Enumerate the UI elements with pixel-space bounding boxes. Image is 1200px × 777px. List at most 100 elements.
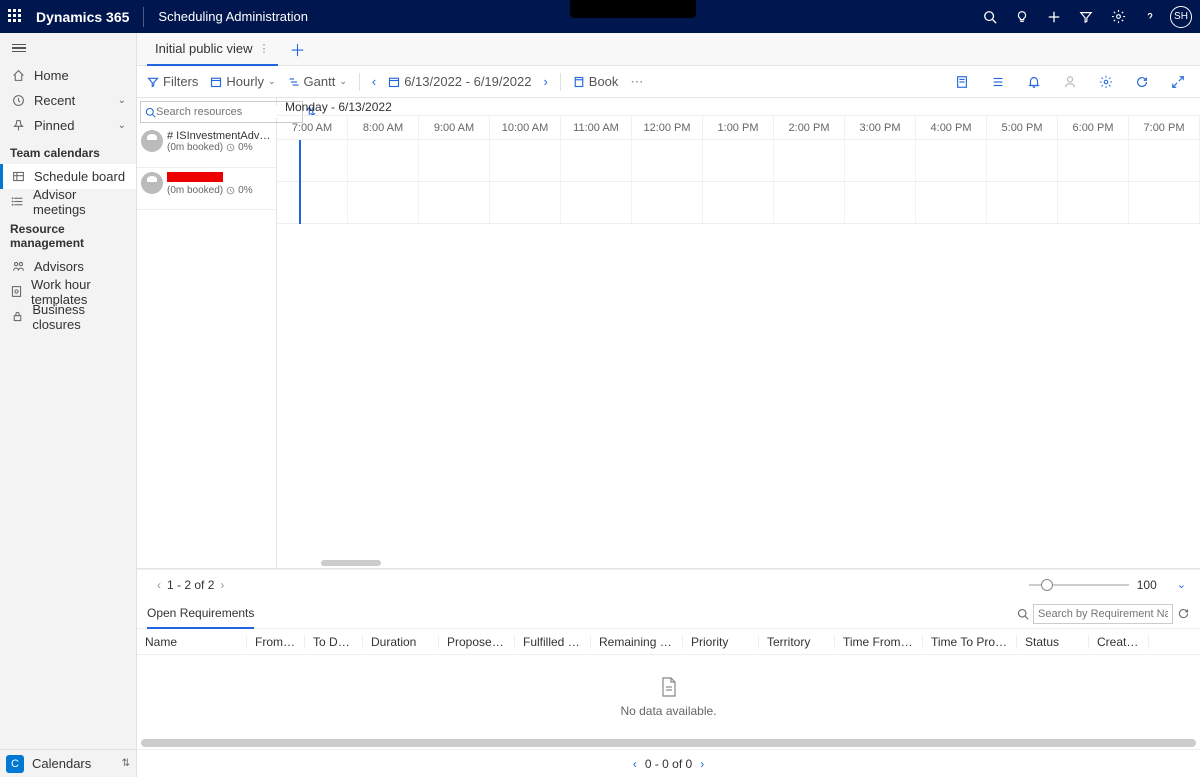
- requirements-column-header[interactable]: Name: [137, 635, 247, 649]
- requirements-column-header[interactable]: Duration: [363, 635, 439, 649]
- nav-section-team: Team calendars: [0, 138, 136, 164]
- footer-badge: C: [6, 755, 24, 773]
- view-tab-initial[interactable]: Initial public view ⋮: [147, 33, 278, 66]
- app-launcher-icon[interactable]: [8, 9, 24, 25]
- nav-advisor-meetings[interactable]: Advisor meetings: [0, 189, 136, 214]
- next-range-button[interactable]: ›: [543, 74, 547, 89]
- nav-work-hour-templates[interactable]: Work hour templates: [0, 279, 136, 304]
- lock-icon: [10, 310, 24, 323]
- nav-label: Home: [34, 68, 69, 83]
- add-tab-button[interactable]: ＋: [284, 35, 312, 63]
- requirements-column-header[interactable]: From D...: [247, 635, 305, 649]
- resource-details: (0m booked) 0%: [167, 142, 272, 153]
- timeline-row[interactable]: [277, 140, 1200, 182]
- requirements-column-header[interactable]: Time To Promised: [923, 635, 1017, 649]
- prev-range-button[interactable]: ‹: [372, 74, 376, 89]
- search-icon[interactable]: [974, 1, 1006, 33]
- hour-header-cell: 7:00 AM: [277, 116, 348, 139]
- requirements-scrollbar[interactable]: [141, 739, 1196, 747]
- hour-header-cell: 6:00 PM: [1058, 116, 1129, 139]
- menu-toggle-icon[interactable]: [12, 42, 26, 55]
- gantt-icon: [288, 76, 300, 88]
- funnel-icon: [147, 76, 159, 88]
- bell-icon[interactable]: [1022, 70, 1046, 94]
- requirements-column-header[interactable]: Status: [1017, 635, 1089, 649]
- requirements-column-header[interactable]: Priority: [683, 635, 759, 649]
- book-button[interactable]: Book: [573, 74, 619, 89]
- nav-home[interactable]: Home: [0, 63, 136, 88]
- requirements-empty-state: No data available.: [137, 655, 1200, 739]
- settings-icon[interactable]: [1102, 1, 1134, 33]
- requirements-column-header[interactable]: To Date: [305, 635, 363, 649]
- lightbulb-icon[interactable]: [1006, 1, 1038, 33]
- requirements-icon[interactable]: [950, 70, 974, 94]
- requirements-column-header[interactable]: Time From Pro...: [835, 635, 923, 649]
- sidebar: Home Recent ⌄ Pinned ⌄ Team calendars Sc…: [0, 33, 137, 777]
- sidebar-footer[interactable]: C Calendars ⇅: [0, 749, 136, 777]
- requirements-panel: Open Requirements NameFrom D...To DateDu…: [137, 599, 1200, 777]
- hour-header-cell: 10:00 AM: [490, 116, 561, 139]
- search-icon: [145, 107, 156, 118]
- nav-business-closures[interactable]: Business closures: [0, 304, 136, 329]
- expand-icon[interactable]: [1166, 70, 1190, 94]
- slider-track[interactable]: [1029, 584, 1129, 586]
- timeline-row[interactable]: [277, 182, 1200, 224]
- pager-prev-button[interactable]: ‹: [151, 578, 167, 592]
- requirements-column-header[interactable]: Territory: [759, 635, 835, 649]
- updown-icon: ⇅: [122, 758, 130, 769]
- user-avatar[interactable]: SH: [1170, 6, 1192, 28]
- requirements-column-header[interactable]: Fulfilled Dur...: [515, 635, 591, 649]
- tool-label: Hourly: [226, 74, 264, 89]
- refresh-icon[interactable]: [1130, 70, 1154, 94]
- hour-header-cell: 8:00 AM: [348, 116, 419, 139]
- footer-label: Calendars: [32, 756, 91, 771]
- calendar-icon: [210, 76, 222, 88]
- gear-icon[interactable]: [1094, 70, 1118, 94]
- timeline-grid[interactable]: [277, 140, 1200, 224]
- requirements-column-header[interactable]: Remaining Dura...: [591, 635, 683, 649]
- nav-pinned[interactable]: Pinned ⌄: [0, 113, 136, 138]
- nav-schedule-board[interactable]: Schedule board: [0, 164, 136, 189]
- help-icon[interactable]: [1134, 1, 1166, 33]
- date-range-picker[interactable]: 6/13/2022 - 6/19/2022: [388, 74, 531, 89]
- resource-row[interactable]: # ISInvestmentAdvisor (0m booked) 0%: [137, 126, 276, 168]
- user-settings-icon[interactable]: [1058, 70, 1082, 94]
- template-icon: [10, 285, 23, 298]
- requirements-column-headers: NameFrom D...To DateDurationProposed D..…: [137, 629, 1200, 655]
- slider-thumb[interactable]: [1041, 579, 1053, 591]
- resource-row[interactable]: (0m booked) 0%: [137, 168, 276, 210]
- zoom-slider[interactable]: 100: [1029, 578, 1157, 592]
- requirements-search-input[interactable]: [1033, 604, 1173, 624]
- nav-label: Recent: [34, 93, 75, 108]
- nav-label: Schedule board: [34, 169, 125, 184]
- view-mode-dropdown[interactable]: Gantt ⌄: [288, 74, 347, 89]
- nav-advisors[interactable]: Advisors: [0, 254, 136, 279]
- more-actions-button[interactable]: ⋯: [630, 74, 643, 90]
- requirements-footer: ‹ 0 - 0 of 0 ›: [137, 749, 1200, 777]
- timescale-dropdown[interactable]: Hourly ⌄: [210, 74, 275, 89]
- nav-recent[interactable]: Recent ⌄: [0, 88, 136, 113]
- requirements-tab-open[interactable]: Open Requirements: [147, 599, 254, 629]
- resource-name: # ISInvestmentAdvisor: [167, 130, 272, 142]
- requirements-column-header[interactable]: Created On: [1089, 635, 1149, 649]
- requirements-column-header[interactable]: Proposed D...: [439, 635, 515, 649]
- hour-header-cell: 7:00 PM: [1129, 116, 1200, 139]
- view-tab-label: Initial public view: [155, 41, 253, 56]
- day-header: Monday - 6/13/2022: [277, 98, 1200, 116]
- requirements-refresh-icon[interactable]: [1177, 607, 1190, 620]
- tool-label: Book: [589, 74, 619, 89]
- resources-column: ⇅ # ISInvestmentAdvisor (0m booked) 0% (…: [137, 98, 277, 568]
- filter-icon[interactable]: [1070, 1, 1102, 33]
- resource-details: (0m booked) 0%: [167, 185, 272, 196]
- legend-icon[interactable]: [986, 70, 1010, 94]
- hour-header-cell: 12:00 PM: [632, 116, 703, 139]
- panel-collapse-button[interactable]: ⌄: [1177, 578, 1186, 591]
- filters-button[interactable]: Filters: [147, 74, 198, 89]
- req-next-button[interactable]: ›: [700, 757, 704, 771]
- more-icon[interactable]: ⋮: [259, 42, 270, 55]
- horizontal-scrollbar-thumb[interactable]: [321, 560, 381, 566]
- add-icon[interactable]: [1038, 1, 1070, 33]
- pager-next-button[interactable]: ›: [214, 578, 230, 592]
- home-icon: [10, 69, 26, 82]
- req-prev-button[interactable]: ‹: [633, 757, 637, 771]
